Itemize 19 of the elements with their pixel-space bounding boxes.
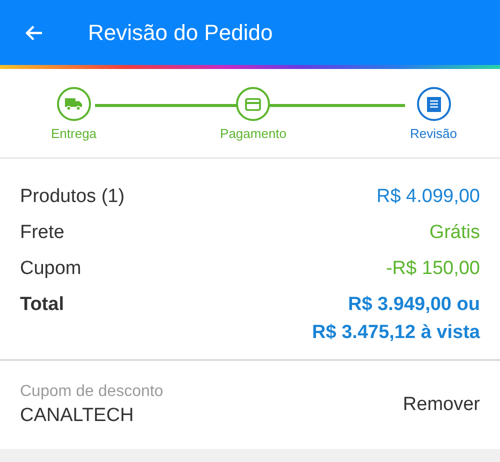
summary-label: Cupom — [20, 257, 82, 281]
card-icon — [245, 98, 262, 110]
coupon-code: CANALTECH — [20, 405, 135, 427]
step-label: Revisão — [410, 126, 457, 141]
summary-value: R$ 3.949,00 ou R$ 3.475,12 à vista — [312, 293, 480, 345]
summary-value: R$ 4.099,00 — [376, 185, 480, 209]
remove-button[interactable]: Remover — [402, 394, 480, 416]
summary-label: Frete — [20, 221, 64, 245]
summary-value: Grátis — [429, 221, 480, 245]
receipt-icon — [426, 96, 440, 112]
back-arrow-icon[interactable] — [24, 22, 44, 42]
step-label: Entrega — [51, 126, 97, 141]
summary-value: -R$ 150,00 — [386, 257, 480, 281]
truck-icon — [64, 97, 84, 111]
step-label: Pagamento — [220, 126, 287, 141]
screen-title: Revisão do Pedido — [88, 20, 273, 46]
summary-label: Total — [20, 293, 64, 317]
coupon-label: Cupom de desconto — [20, 383, 164, 401]
summary-label: Produtos (1) — [20, 185, 125, 209]
